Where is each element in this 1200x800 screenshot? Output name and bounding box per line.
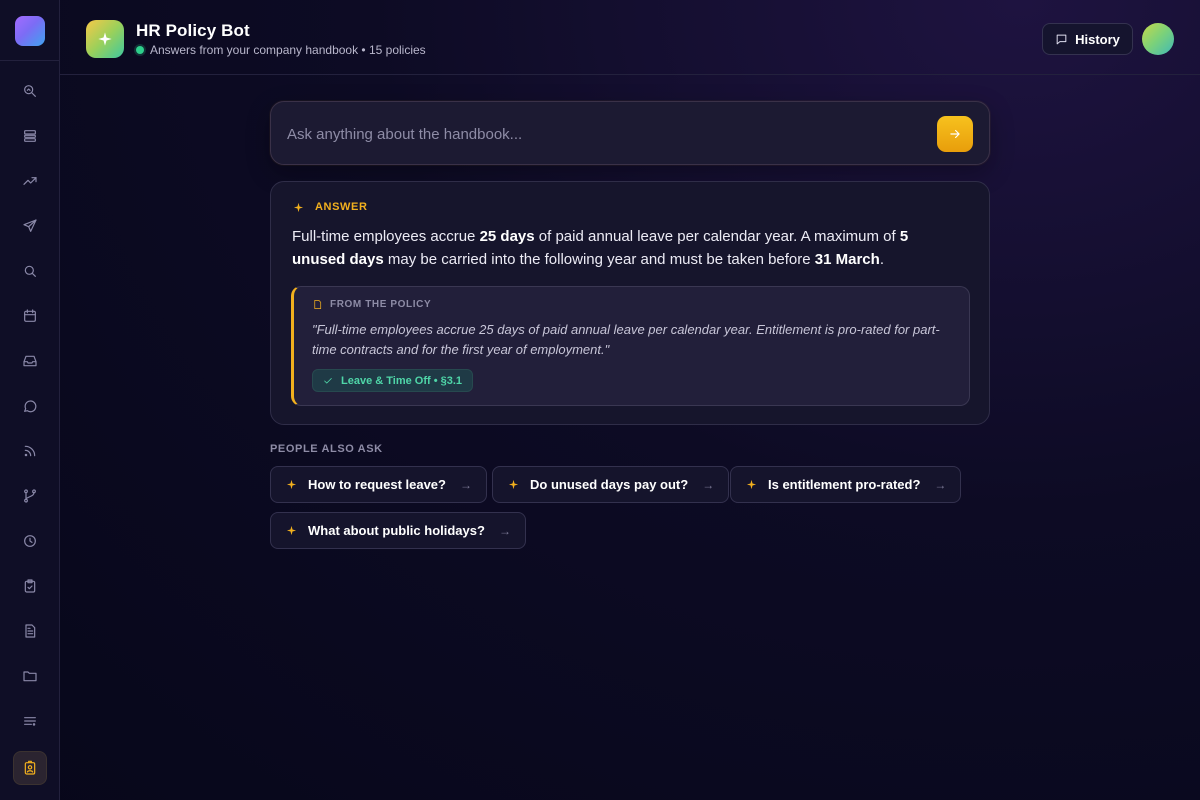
message-icon [1056, 34, 1067, 44]
trend-icon[interactable] [20, 171, 40, 191]
answer-label: ANSWER [293, 201, 368, 213]
send-icon[interactable] [20, 216, 40, 236]
sparkle-icon [746, 479, 757, 490]
arrow-right-icon [950, 129, 960, 139]
send-button[interactable] [937, 116, 973, 152]
check-icon [324, 377, 332, 383]
suggestion-text: Do unused days pay out? [530, 477, 689, 492]
answer-card: ANSWER Full-time employees accrue 25 day… [270, 181, 990, 425]
search-input[interactable] [287, 120, 917, 148]
sparkle-icon [98, 32, 112, 46]
answer-text: Full-time employees accrue 25 days of pa… [292, 228, 909, 268]
chat-icon[interactable] [20, 396, 40, 416]
arrow-right-icon: → [934, 477, 947, 492]
sparkle-icon [286, 525, 297, 536]
policy-label-text: FROM THE POLICY [330, 299, 432, 310]
policy-citation: FROM THE POLICY "Full-time employees acc… [291, 286, 970, 406]
suggestion-chip[interactable]: Is entitlement pro-rated? → [730, 466, 962, 503]
search-bar [270, 101, 990, 165]
inbox-icon[interactable] [20, 351, 40, 371]
branch-icon[interactable] [20, 486, 40, 506]
calendar-icon[interactable] [20, 306, 40, 326]
policy-quote: "Full-time employees accrue 25 days of p… [312, 322, 940, 357]
clipboard-check-icon[interactable] [20, 576, 40, 596]
history-label: History [1075, 31, 1120, 47]
list-icon[interactable] [20, 711, 40, 731]
page-title: HR Policy Bot [136, 21, 250, 40]
subtitle-text: Answers from your company handbook • 15 … [150, 43, 426, 57]
people-also-ask-title: PEOPLE ALSO ASK [270, 443, 383, 455]
page-subtitle: Answers from your company handbook • 15 … [136, 43, 426, 57]
clock-icon[interactable] [20, 531, 40, 551]
arrow-right-icon: → [498, 523, 511, 538]
suggestion-chip[interactable]: What about public holidays? → [270, 512, 526, 549]
status-dot [136, 46, 144, 54]
suggestion-text: Is entitlement pro-rated? [768, 477, 921, 492]
policy-label: FROM THE POLICY [312, 299, 431, 310]
sparkle-icon [508, 479, 519, 490]
policy-source-tag[interactable]: Leave & Time Off • §3.1 [312, 369, 474, 392]
suggestion-chip[interactable]: How to request leave? → [270, 466, 487, 503]
suggestion-chip[interactable]: Do unused days pay out? → [492, 466, 730, 503]
sidebar-divider [0, 60, 60, 61]
layers-icon[interactable] [20, 126, 40, 146]
search-icon[interactable] [20, 261, 40, 281]
policy-tag-text: Leave & Time Off • §3.1 [341, 374, 463, 387]
arrow-right-icon: → [459, 477, 472, 492]
suggestion-text: What about public holidays? [308, 523, 485, 538]
suggestion-text: How to request leave? [308, 477, 446, 492]
contact-badge-icon[interactable] [13, 751, 47, 785]
folder-icon[interactable] [20, 666, 40, 686]
app-logo[interactable] [15, 16, 45, 46]
document-icon [314, 300, 322, 309]
user-avatar[interactable] [1142, 23, 1174, 55]
answer-label-text: ANSWER [315, 201, 368, 213]
sparkle-icon [286, 479, 297, 490]
history-button[interactable]: History [1042, 23, 1133, 55]
sparkle-icon [293, 202, 304, 212]
header: HR Policy Bot Answers from your company … [60, 0, 1200, 75]
document-icon[interactable] [20, 621, 40, 641]
search-insights-icon[interactable] [20, 81, 40, 101]
rss-icon[interactable] [20, 441, 40, 461]
sidebar [0, 0, 60, 800]
arrow-right-icon: → [702, 477, 715, 492]
bot-avatar [86, 20, 124, 58]
